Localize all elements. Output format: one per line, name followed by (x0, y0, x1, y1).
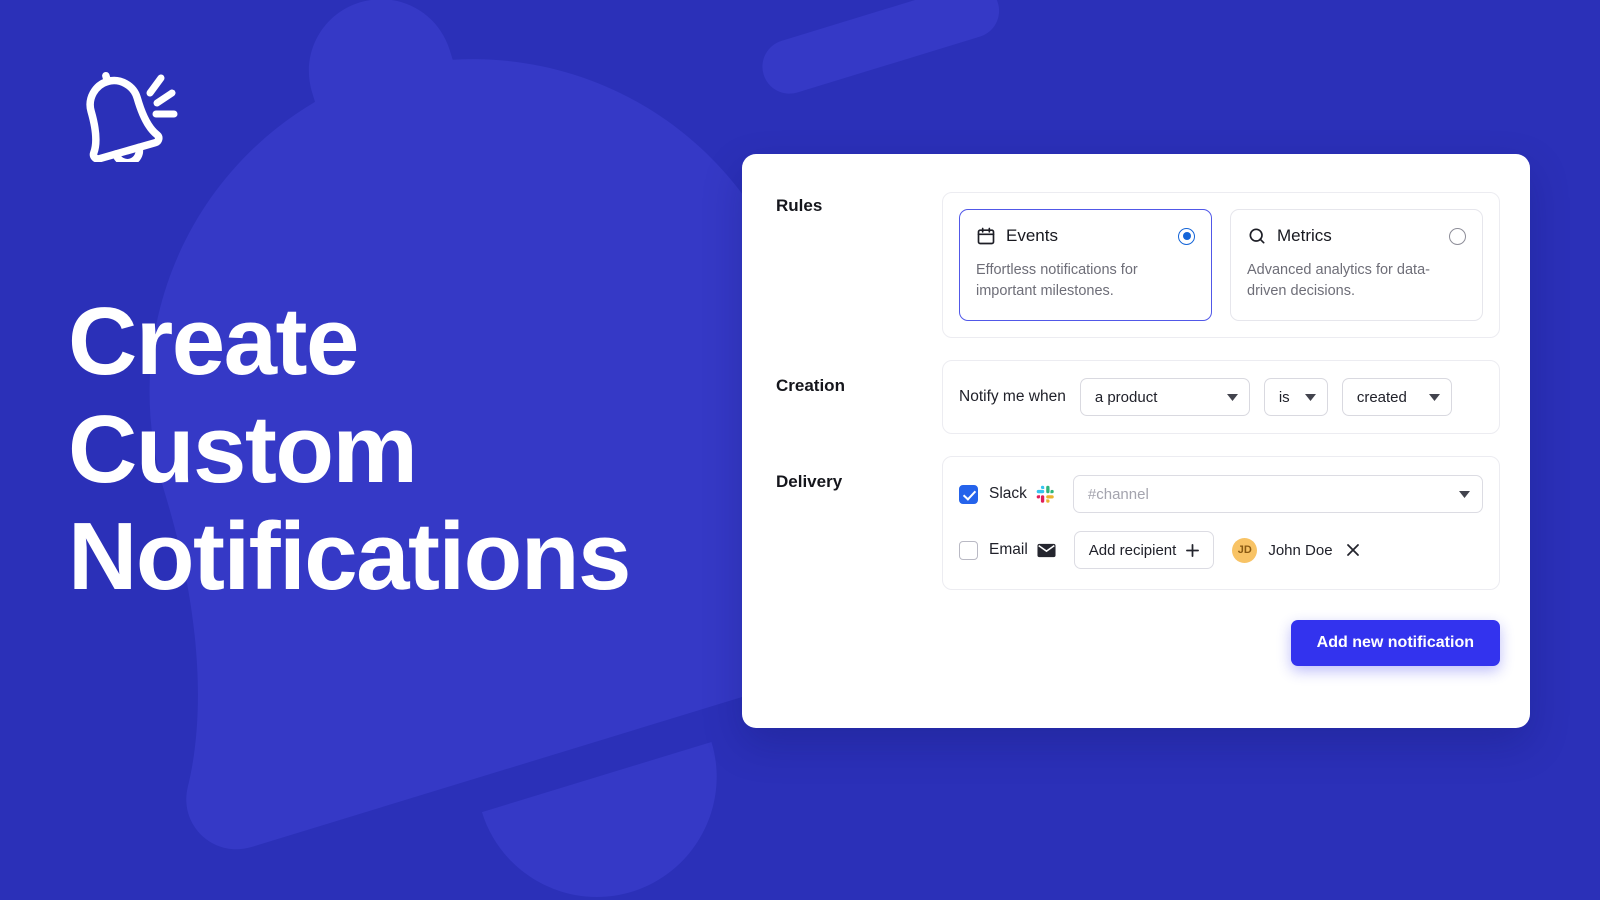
chevron-down-icon (1459, 490, 1470, 498)
notification-builder-panel: Rules Events Effortless notifications fo… (742, 154, 1530, 728)
chevron-down-icon (1213, 393, 1238, 401)
add-new-notification-button[interactable]: Add new notification (1290, 620, 1500, 667)
recipient-chip: JD John Doe (1232, 537, 1360, 563)
verb-select[interactable]: is (1263, 378, 1328, 417)
headline-line-2: Custom (68, 395, 418, 503)
email-checkbox[interactable] (959, 540, 978, 560)
rules-options: Events Effortless notifications for impo… (942, 192, 1500, 339)
slack-label: Slack (989, 485, 1027, 503)
slack-channel-placeholder: #channel (1087, 485, 1149, 503)
rule-option-metrics-description: Advanced analytics for data-driven decis… (1247, 262, 1430, 300)
delivery-row-email: Email Add recipient JD John Doe (959, 531, 1483, 570)
delivery-row-slack: Slack #channel (959, 475, 1483, 514)
creation-section: Creation Notify me when a product is cre… (776, 360, 1500, 435)
delivery-label: Delivery (776, 472, 843, 492)
slack-icon (1036, 485, 1054, 503)
action-select-value: created (1356, 388, 1407, 406)
delivery-section: Delivery Slack #channel Email Add recipi… (776, 456, 1500, 591)
creation-label: Creation (776, 376, 845, 396)
rule-option-metrics[interactable]: Metrics Advanced analytics for data-driv… (1230, 209, 1483, 322)
add-recipient-label: Add recipient (1088, 541, 1177, 559)
headline-line-1: Create (68, 288, 359, 395)
delivery-channels: Slack #channel Email Add recipient JD Jo… (942, 456, 1500, 591)
search-icon (1249, 228, 1265, 244)
rule-option-metrics-radio[interactable] (1449, 227, 1466, 245)
close-icon[interactable] (1346, 543, 1360, 557)
chevron-down-icon (1297, 393, 1316, 401)
notify-prefix-text: Notify me when (959, 388, 1066, 406)
rules-section: Rules Events Effortless notifications fo… (776, 192, 1500, 339)
subject-select[interactable]: a product (1079, 378, 1250, 417)
headline-line-3: Notifications (68, 503, 631, 611)
chevron-down-icon (1421, 393, 1440, 401)
email-label: Email (989, 541, 1028, 559)
panel-footer: Add new notification (776, 620, 1500, 667)
calendar-icon (977, 227, 995, 245)
subject-select-value: a product (1094, 388, 1158, 406)
plus-icon (1186, 543, 1200, 557)
recipient-name: John Doe (1268, 541, 1333, 559)
rule-option-events-title: Events (1006, 226, 1058, 245)
rule-option-events-header: Events (976, 226, 1195, 246)
add-recipient-button[interactable]: Add recipient (1073, 531, 1215, 570)
slack-checkbox[interactable] (959, 484, 978, 504)
creation-rule-builder: Notify me when a product is created (942, 360, 1500, 435)
verb-select-value: is (1278, 388, 1290, 406)
avatar: JD (1232, 537, 1258, 563)
page-title: Create Custom Notifications (68, 288, 631, 611)
envelope-icon (1037, 543, 1056, 557)
rule-option-metrics-header: Metrics (1247, 226, 1466, 246)
rule-option-events-radio[interactable] (1178, 227, 1195, 245)
rules-label: Rules (776, 196, 823, 215)
rule-option-events-description: Effortless notifications for important m… (976, 262, 1138, 300)
rule-option-events[interactable]: Events Effortless notifications for impo… (959, 209, 1212, 322)
rule-option-metrics-title: Metrics (1277, 226, 1332, 245)
action-select[interactable]: created (1341, 378, 1452, 417)
slack-channel-select[interactable]: #channel (1072, 475, 1483, 514)
bell-icon (86, 71, 178, 162)
